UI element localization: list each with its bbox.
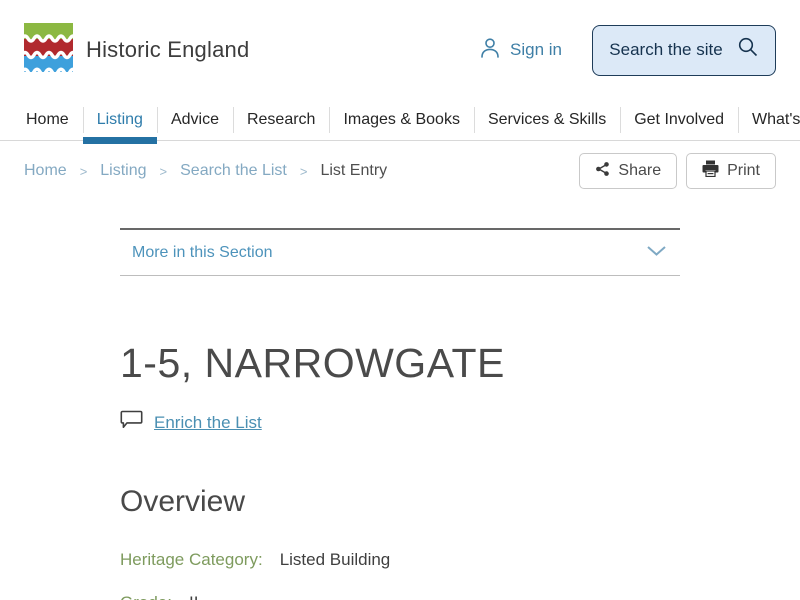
heritage-category-field: Heritage Category: Listed Building xyxy=(120,549,680,570)
breadcrumb-home[interactable]: Home xyxy=(24,162,67,180)
breadcrumb-separator-icon: > xyxy=(299,163,308,179)
print-icon xyxy=(702,160,719,182)
search-site-button[interactable]: Search the site xyxy=(592,24,776,76)
breadcrumb-search-the-list[interactable]: Search the List xyxy=(180,162,287,180)
share-button[interactable]: Share xyxy=(579,153,678,189)
overview-heading: Overview xyxy=(120,485,246,518)
user-icon xyxy=(479,37,501,63)
nav-item-listing[interactable]: Listing xyxy=(82,100,158,144)
print-button[interactable]: Print xyxy=(686,153,776,189)
grade-value: II xyxy=(189,592,198,600)
nav-item-research[interactable]: Research xyxy=(232,100,329,140)
share-label: Share xyxy=(618,162,662,179)
main-nav: Home Listing Advice Research Images & Bo… xyxy=(0,100,800,144)
enrich-the-list-link[interactable]: Enrich the List xyxy=(154,413,262,433)
grade-label: Grade: xyxy=(120,592,172,600)
breadcrumb-separator-icon: > xyxy=(79,163,88,179)
nav-item-home[interactable]: Home xyxy=(12,100,83,140)
historic-england-logo-icon xyxy=(20,23,78,77)
sign-in-label: Sign in xyxy=(510,40,562,59)
nav-item-get-involved[interactable]: Get Involved xyxy=(620,100,738,140)
logo-text: Historic England xyxy=(86,37,250,62)
speech-bubble-icon xyxy=(120,410,143,435)
more-in-section-label: More in this Section xyxy=(132,243,273,261)
breadcrumb: Home > Listing > Search the List > List … xyxy=(24,162,387,180)
historic-england-logo-link[interactable]: Historic England xyxy=(20,23,250,77)
search-site-label: Search the site xyxy=(609,40,723,59)
nav-item-services-skills[interactable]: Services & Skills xyxy=(473,100,620,140)
grade-field: Grade: II xyxy=(120,592,680,600)
print-label: Print xyxy=(727,162,760,179)
share-icon xyxy=(595,161,610,182)
nav-item-images-books[interactable]: Images & Books xyxy=(329,100,474,140)
chevron-down-icon xyxy=(646,244,667,262)
heritage-category-value: Listed Building xyxy=(279,550,391,569)
breadcrumb-listing[interactable]: Listing xyxy=(100,162,146,180)
nav-item-advice[interactable]: Advice xyxy=(156,100,233,140)
heritage-category-label: Heritage Category: xyxy=(120,550,263,569)
site-header: Historic England Sign in Search the site xyxy=(0,0,800,100)
page-title: 1-5, NARROWGATE xyxy=(120,340,505,386)
nav-item-whats-new[interactable]: What's New xyxy=(738,100,800,140)
enrich-row: Enrich the List xyxy=(120,410,680,435)
breadcrumb-row: Home > Listing > Search the List > List … xyxy=(0,141,800,201)
more-in-section-toggle[interactable]: More in this Section xyxy=(120,228,680,276)
breadcrumb-current-list-entry: List Entry xyxy=(320,162,388,179)
list-entry-content: 1-5, NARROWGATE Enrich the List Overview… xyxy=(120,340,680,600)
search-icon xyxy=(736,36,759,64)
sign-in-link[interactable]: Sign in xyxy=(479,37,562,63)
breadcrumb-separator-icon: > xyxy=(159,163,168,179)
page-actions: Share Print xyxy=(579,153,776,189)
